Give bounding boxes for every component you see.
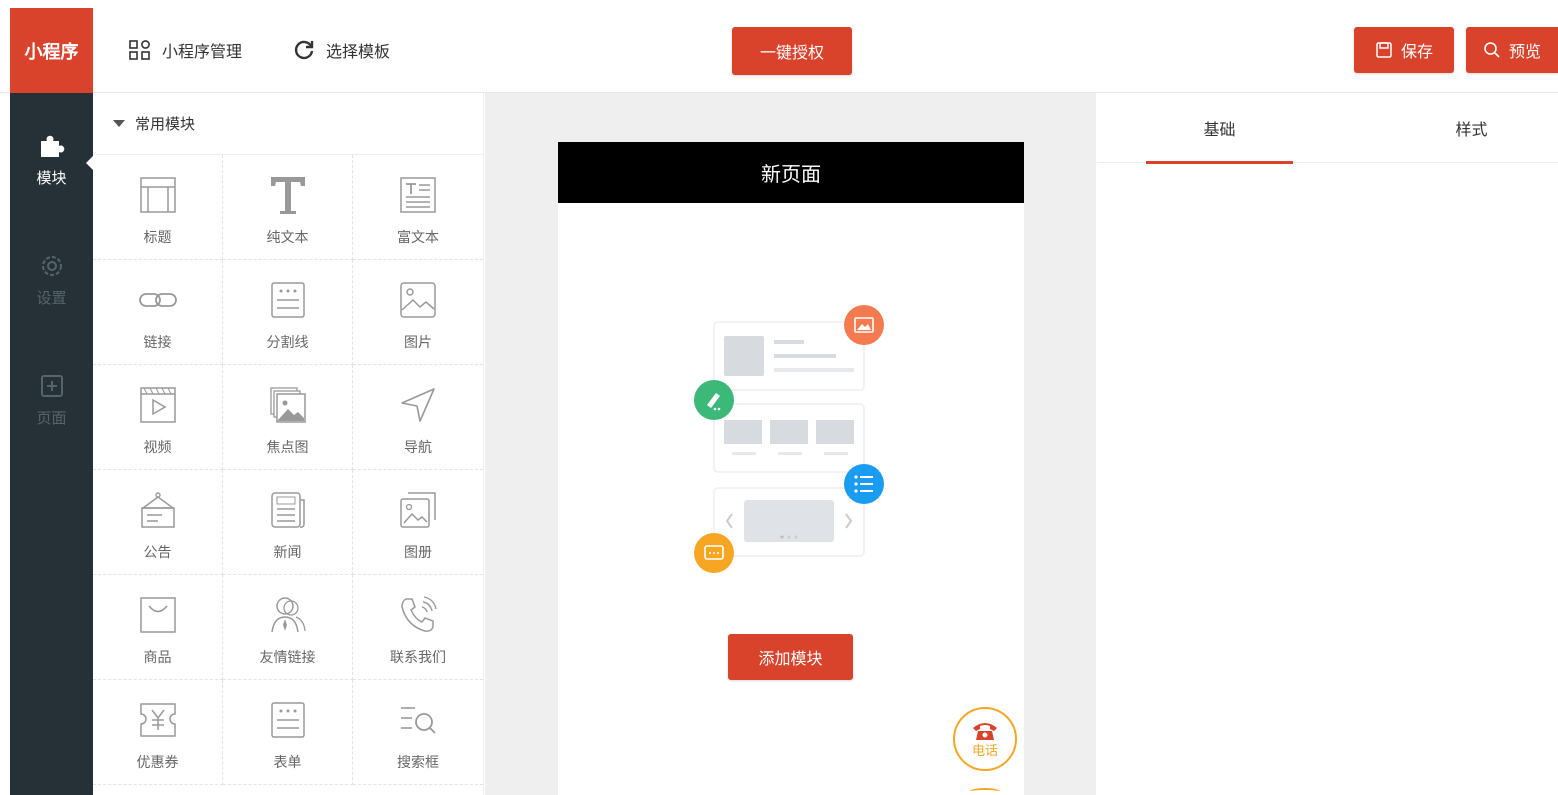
phone-icon bbox=[973, 722, 997, 740]
properties-panel: 基础 样式 bbox=[1097, 93, 1558, 795]
search-box-icon bbox=[396, 698, 440, 742]
module-label: 分割线 bbox=[266, 335, 309, 351]
main-sidebar: 模块 设置 页面 bbox=[10, 93, 94, 795]
module-navigation[interactable]: 导航 bbox=[353, 365, 483, 470]
divider-icon bbox=[266, 278, 310, 322]
module-label: 联系我们 bbox=[390, 650, 446, 666]
module-label: 新闻 bbox=[273, 545, 302, 561]
module-panel: 常用模块 标题 纯文本 富文本 链接 分割线 图片 视频 焦点图 导航 公告 新… bbox=[93, 93, 484, 795]
module-news[interactable]: 新闻 bbox=[223, 470, 353, 575]
module-label: 链接 bbox=[143, 335, 172, 351]
miniprogram-manage-link[interactable]: 小程序管理 bbox=[128, 36, 242, 64]
notice-icon bbox=[136, 488, 180, 532]
settings-icon bbox=[39, 253, 65, 279]
editor-canvas: 新页面 添加模块 电话 bbox=[485, 93, 1096, 795]
news-icon bbox=[266, 488, 310, 532]
module-label: 焦点图 bbox=[266, 440, 309, 456]
module-label: 商品 bbox=[143, 650, 172, 666]
sidebar-item-label: 模块 bbox=[36, 169, 67, 187]
sidebar-item-modules[interactable]: 模块 bbox=[10, 93, 94, 203]
video-icon bbox=[136, 383, 180, 427]
module-label: 图册 bbox=[404, 545, 432, 561]
module-form[interactable]: 表单 bbox=[223, 680, 353, 785]
module-label: 富文本 bbox=[397, 230, 439, 246]
product-icon bbox=[136, 593, 180, 637]
save-button[interactable]: 保存 bbox=[1354, 27, 1454, 73]
module-link[interactable]: 链接 bbox=[93, 260, 223, 365]
module-divider[interactable]: 分割线 bbox=[223, 260, 353, 365]
contact-icon bbox=[396, 593, 440, 637]
rich-text-icon bbox=[396, 173, 440, 217]
page-title: 新页面 bbox=[558, 142, 1024, 203]
link-icon bbox=[136, 278, 180, 322]
refresh-icon bbox=[294, 40, 314, 60]
call-button[interactable]: 电话 bbox=[953, 707, 1017, 771]
module-label: 公告 bbox=[143, 545, 172, 561]
module-contact[interactable]: 联系我们 bbox=[353, 575, 483, 680]
common-modules-toggle[interactable]: 常用模块 bbox=[93, 93, 484, 155]
coupon-icon bbox=[136, 698, 180, 742]
select-template-link[interactable]: 选择模板 bbox=[292, 36, 390, 64]
empty-page-illustration bbox=[694, 305, 884, 573]
select-template-label: 选择模板 bbox=[326, 42, 391, 61]
search-icon bbox=[1484, 42, 1500, 58]
phone-preview: 新页面 添加模块 电话 bbox=[558, 142, 1024, 795]
module-label: 搜索框 bbox=[397, 755, 439, 771]
apps-grid-icon bbox=[129, 40, 150, 60]
sidebar-item-label: 页面 bbox=[36, 409, 67, 427]
sidebar-item-pages[interactable]: 页面 bbox=[10, 333, 93, 443]
caret-down-icon bbox=[113, 120, 125, 127]
module-rich-text[interactable]: 富文本 bbox=[353, 155, 483, 260]
preview-button[interactable]: 预览 bbox=[1466, 27, 1558, 73]
module-label: 视频 bbox=[143, 440, 172, 456]
sidebar-item-label: 设置 bbox=[36, 289, 67, 307]
module-product[interactable]: 商品 bbox=[93, 575, 223, 680]
module-label: 纯文本 bbox=[266, 230, 309, 246]
module-label: 表单 bbox=[273, 755, 302, 771]
module-label: 友情链接 bbox=[259, 650, 316, 666]
title-icon bbox=[136, 173, 180, 217]
navigation-icon bbox=[396, 383, 440, 427]
carousel-icon bbox=[266, 383, 310, 427]
image-icon bbox=[396, 278, 440, 322]
save-icon bbox=[1376, 42, 1392, 58]
app-root: 小程序 小程序管理 选择模板 一键授权 保存 预览 模块 设置 页面 常用模块 … bbox=[0, 0, 1558, 795]
text-icon bbox=[266, 173, 310, 217]
properties-tabs: 基础 样式 bbox=[1097, 93, 1558, 164]
call-label: 电话 bbox=[971, 743, 998, 759]
module-title[interactable]: 标题 bbox=[93, 155, 223, 260]
friend-link-icon bbox=[266, 593, 310, 637]
module-image[interactable]: 图片 bbox=[353, 260, 483, 365]
floating-button-edge bbox=[970, 788, 1000, 795]
module-label: 优惠券 bbox=[136, 755, 179, 771]
album-icon bbox=[396, 488, 440, 532]
preview-label: 预览 bbox=[1508, 42, 1541, 61]
module-coupon[interactable]: 优惠券 bbox=[93, 680, 223, 785]
module-notice[interactable]: 公告 bbox=[93, 470, 223, 575]
module-friend-link[interactable]: 友情链接 bbox=[223, 575, 353, 680]
miniprogram-manage-label: 小程序管理 bbox=[162, 42, 243, 61]
module-search-box[interactable]: 搜索框 bbox=[353, 680, 483, 785]
save-label: 保存 bbox=[1400, 42, 1433, 61]
form-icon bbox=[266, 698, 310, 742]
module-label: 标题 bbox=[143, 230, 172, 246]
module-album[interactable]: 图册 bbox=[353, 470, 483, 575]
module-video[interactable]: 视频 bbox=[93, 365, 223, 470]
module-plain-text[interactable]: 纯文本 bbox=[223, 155, 353, 260]
module-carousel[interactable]: 焦点图 bbox=[223, 365, 353, 470]
tab-style[interactable]: 样式 bbox=[1398, 93, 1545, 163]
module-label: 导航 bbox=[404, 440, 432, 456]
one-click-authorize-button[interactable]: 一键授权 bbox=[732, 27, 852, 75]
tab-basic[interactable]: 基础 bbox=[1146, 93, 1293, 164]
top-bar: 小程序 小程序管理 选择模板 一键授权 保存 预览 bbox=[0, 0, 1558, 93]
sidebar-item-settings[interactable]: 设置 bbox=[10, 213, 93, 323]
add-module-button[interactable]: 添加模块 bbox=[728, 634, 853, 680]
puzzle-icon bbox=[38, 133, 66, 159]
module-label: 图片 bbox=[404, 335, 432, 351]
page-add-icon bbox=[39, 373, 65, 399]
brand-logo[interactable]: 小程序 bbox=[10, 8, 93, 93]
section-title: 常用模块 bbox=[135, 115, 196, 133]
